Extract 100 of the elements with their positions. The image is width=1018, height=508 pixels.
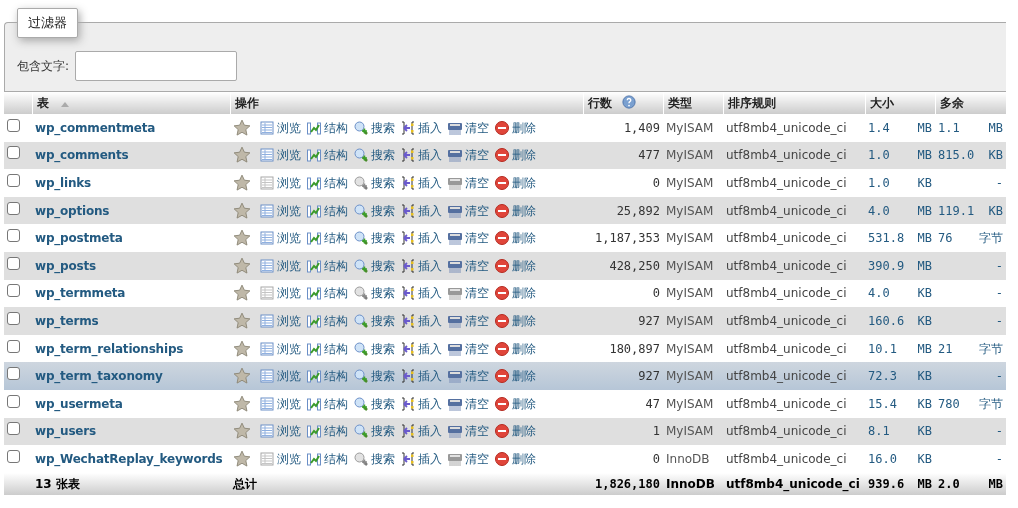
action-link[interactable]: 插入 (400, 118, 442, 137)
row-checkbox[interactable] (7, 311, 20, 325)
action-link[interactable]: 插入 (400, 394, 442, 413)
action-link[interactable]: 搜索 (353, 367, 395, 386)
action-link[interactable]: 删除 (494, 339, 536, 358)
action-link[interactable]: 插入 (400, 367, 442, 386)
action-link[interactable]: 清空 (447, 367, 489, 386)
row-checkbox[interactable] (7, 284, 20, 298)
action-link[interactable]: 搜索 (353, 256, 395, 275)
action-link[interactable]: 浏览 (259, 146, 301, 165)
action-link[interactable]: 浏览 (259, 201, 301, 220)
action-link[interactable]: 插入 (400, 422, 442, 441)
action-link[interactable]: 清空 (447, 394, 489, 413)
column-header[interactable]: 行数 (587, 96, 612, 110)
row-checkbox[interactable] (7, 118, 20, 132)
action-link[interactable]: 搜索 (353, 422, 395, 441)
star-icon[interactable] (233, 449, 251, 468)
action-link[interactable]: 插入 (400, 449, 442, 468)
action-link[interactable]: 删除 (494, 422, 536, 441)
table-name-link[interactable]: wp_postmeta (35, 231, 123, 246)
action-link[interactable]: 删除 (494, 201, 536, 220)
action-link[interactable]: 搜索 (353, 339, 395, 358)
action-link[interactable]: 结构 (306, 394, 348, 413)
action-link[interactable]: 插入 (400, 201, 442, 220)
star-icon[interactable] (233, 201, 251, 220)
row-checkbox[interactable] (7, 256, 20, 270)
row-checkbox[interactable] (7, 146, 20, 160)
action-link[interactable]: 插入 (400, 174, 442, 192)
action-link[interactable]: 搜索 (353, 118, 395, 137)
star-icon[interactable] (233, 311, 251, 330)
action-link[interactable]: 搜索 (353, 229, 395, 248)
table-name-link[interactable]: wp_WechatReplay_keywords (35, 451, 223, 466)
action-link[interactable]: 删除 (494, 311, 536, 330)
table-name-link[interactable]: wp_posts (35, 258, 96, 273)
star-icon[interactable] (233, 339, 251, 358)
action-link[interactable]: 结构 (306, 201, 348, 220)
action-link[interactable]: 插入 (400, 311, 442, 330)
action-link[interactable]: 结构 (306, 256, 348, 275)
action-link[interactable]: 清空 (447, 201, 489, 220)
star-icon[interactable] (233, 229, 251, 248)
action-link[interactable]: 结构 (306, 284, 348, 303)
star-icon[interactable] (233, 284, 251, 303)
star-icon[interactable] (233, 256, 251, 275)
action-link[interactable]: 结构 (306, 311, 348, 330)
action-link[interactable]: 插入 (400, 339, 442, 358)
action-link[interactable]: 浏览 (259, 422, 301, 441)
action-link[interactable]: 浏览 (259, 118, 301, 137)
action-link[interactable]: 删除 (494, 284, 536, 303)
action-link[interactable]: 删除 (494, 394, 536, 413)
row-checkbox[interactable] (7, 394, 20, 408)
action-link[interactable]: 搜索 (353, 311, 395, 330)
filter-input[interactable] (75, 51, 238, 81)
action-link[interactable]: 插入 (400, 146, 442, 165)
table-name-link[interactable]: wp_usermeta (35, 396, 123, 411)
row-checkbox[interactable] (7, 201, 20, 215)
row-checkbox[interactable] (7, 422, 20, 436)
row-checkbox[interactable] (7, 367, 20, 381)
action-link[interactable]: 结构 (306, 422, 348, 441)
row-checkbox[interactable] (7, 449, 20, 463)
action-link[interactable]: 浏览 (259, 311, 301, 330)
star-icon[interactable] (233, 146, 251, 165)
action-link[interactable]: 删除 (494, 146, 536, 165)
action-link[interactable]: 删除 (494, 256, 536, 275)
action-link[interactable]: 浏览 (259, 256, 301, 275)
action-link[interactable]: 清空 (447, 256, 489, 275)
action-link[interactable]: 删除 (494, 449, 536, 468)
star-icon[interactable] (233, 174, 251, 192)
table-name-link[interactable]: wp_users (35, 424, 96, 439)
action-link[interactable]: 插入 (400, 229, 442, 248)
table-name-link[interactable]: wp_options (35, 203, 110, 218)
star-icon[interactable] (233, 367, 251, 386)
table-name-link[interactable]: wp_terms (35, 313, 99, 328)
action-link[interactable]: 结构 (306, 146, 348, 165)
action-link[interactable]: 清空 (447, 339, 489, 358)
action-link[interactable]: 插入 (400, 284, 442, 303)
action-link[interactable]: 浏览 (259, 339, 301, 358)
help-icon[interactable] (621, 95, 636, 109)
row-checkbox[interactable] (7, 174, 20, 187)
action-link[interactable]: 结构 (306, 339, 348, 358)
action-link[interactable]: 浏览 (259, 229, 301, 248)
table-name-link[interactable]: wp_commentmeta (35, 120, 156, 135)
row-checkbox[interactable] (7, 339, 20, 353)
action-link[interactable]: 清空 (447, 311, 489, 330)
action-link[interactable]: 搜索 (353, 394, 395, 413)
action-link[interactable]: 清空 (447, 118, 489, 137)
row-checkbox[interactable] (7, 229, 20, 243)
action-link[interactable]: 搜索 (353, 201, 395, 220)
table-name-link[interactable]: wp_links (35, 176, 91, 190)
column-header[interactable]: 表 (36, 96, 49, 110)
star-icon[interactable] (233, 118, 251, 137)
action-link[interactable]: 结构 (306, 118, 348, 137)
action-link[interactable]: 清空 (447, 146, 489, 165)
table-name-link[interactable]: wp_term_relationships (35, 341, 184, 356)
action-link[interactable]: 清空 (447, 422, 489, 441)
star-icon[interactable] (233, 394, 251, 413)
action-link[interactable]: 插入 (400, 256, 442, 275)
action-link[interactable]: 结构 (306, 367, 348, 386)
action-link[interactable]: 搜索 (353, 146, 395, 165)
action-link[interactable]: 结构 (306, 449, 348, 468)
action-link[interactable]: 结构 (306, 229, 348, 248)
